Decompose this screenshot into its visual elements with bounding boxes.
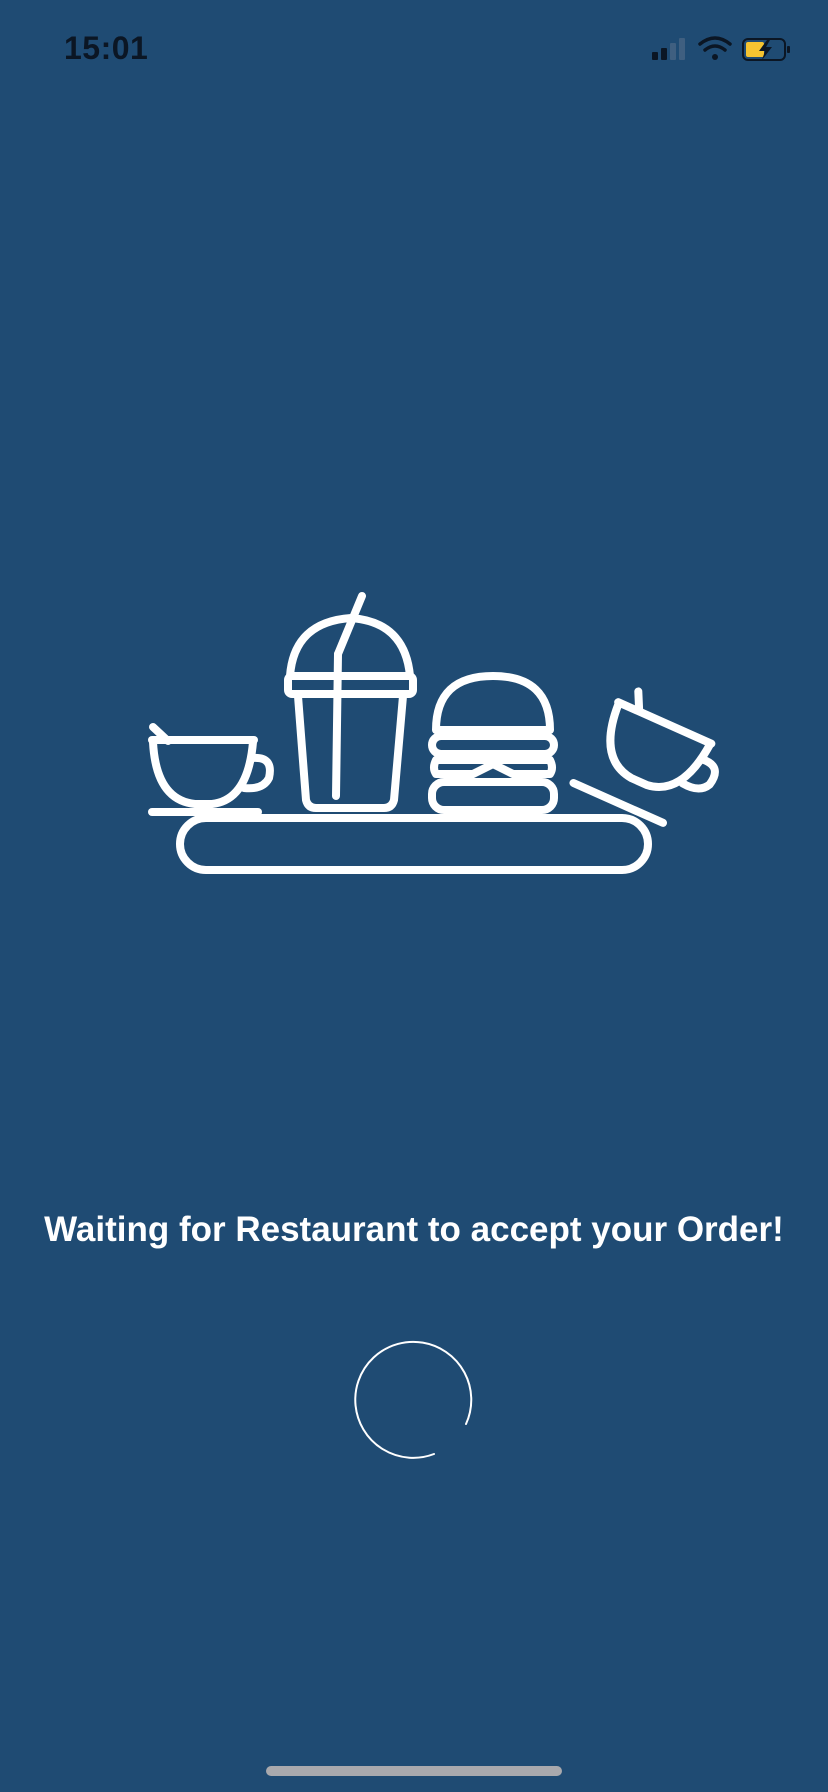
status-time: 15:01 [64,30,149,66]
signal-icon [652,38,685,60]
tray-icon [176,814,652,874]
waiting-message: Waiting for Restaurant to accept your Or… [44,1210,784,1249]
home-indicator[interactable] [266,1766,562,1776]
drink-cup-with-straw-icon [284,592,417,812]
burger-icon [428,672,558,814]
food-tray-illustration [140,590,720,880]
status-bar: 15:01 [0,0,828,100]
tipped-teacup-icon [569,687,719,827]
battery-charging-icon [742,38,790,61]
wifi-icon [698,36,732,60]
status-icons [650,34,800,64]
loading-spinner-icon [352,1340,476,1464]
teacup-icon [148,723,274,816]
